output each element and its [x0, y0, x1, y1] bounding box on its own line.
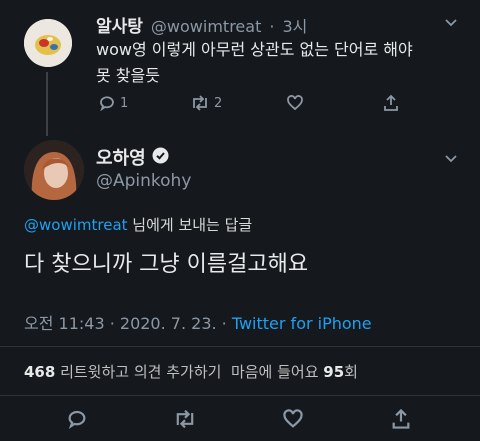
parent-avatar[interactable]: [24, 19, 72, 67]
parent-header: 알사탕 @wowimtreat · 3시: [96, 12, 307, 37]
main-tweet-text: 다 찾으니까 그냥 이름걸고해요: [24, 252, 309, 277]
parent-retweet-button[interactable]: 2: [190, 94, 222, 112]
main-display-name[interactable]: 오하영: [96, 144, 146, 170]
main-reply-button[interactable]: [66, 408, 88, 430]
parent-reply-count: 1: [120, 95, 129, 111]
share-icon: [384, 94, 398, 111]
main-handle[interactable]: @Apinkohy: [96, 171, 191, 191]
main-author[interactable]: 오하영: [96, 144, 169, 170]
main-share-button[interactable]: [390, 408, 412, 430]
tweet-stats[interactable]: 468 리트윗하고 의견 추가하기 마음에 들어요 95회: [24, 361, 358, 382]
replying-to-handle[interactable]: @wowimtreat: [24, 216, 128, 234]
retweet-quote-label: 리트윗하고 의견 추가하기 마음에 들어요: [55, 363, 324, 381]
like-icon: [287, 95, 303, 111]
tweet-meta: 오전 11:43 · 2020. 7. 23. · Twitter for iP…: [24, 310, 372, 334]
main-like-button[interactable]: [282, 408, 304, 430]
thread-line: [46, 72, 48, 136]
reply-icon: [100, 96, 114, 112]
retweet-icon: [176, 409, 194, 429]
parent-text-line2: 못 찾을듯: [96, 66, 160, 85]
retweet-icon: [193, 95, 207, 111]
main-retweet-button[interactable]: [173, 408, 197, 430]
like-icon: [283, 409, 303, 428]
main-chevron-down-icon[interactable]: [443, 150, 459, 170]
reply-icon: [68, 410, 86, 430]
replying-to-suffix: 님에게 보내는 답글: [127, 216, 253, 234]
parent-display-name[interactable]: 알사탕: [96, 12, 143, 37]
retweet-quote-count: 468: [24, 363, 56, 381]
divider-bottom: [0, 395, 480, 396]
parent-retweet-count: 2: [214, 95, 223, 111]
parent-like-button[interactable]: [286, 94, 304, 112]
tweet-source[interactable]: Twitter for iPhone: [232, 314, 372, 333]
parent-handle[interactable]: @wowimtreat: [151, 17, 261, 36]
parent-chevron-down-icon[interactable]: [443, 14, 459, 34]
tweet-time[interactable]: 오전 11:43 · 2020. 7. 23. ·: [24, 314, 232, 333]
share-icon: [392, 408, 410, 429]
parent-tweet-text: wow영 이렇게 아무런 상관도 없는 단어로 해야 못 찾을듯: [96, 37, 466, 89]
parent-reply-button[interactable]: 1: [98, 94, 128, 112]
verified-badge-icon: [152, 147, 169, 168]
replying-to: @wowimtreat 님에게 보내는 답글: [24, 214, 252, 235]
parent-separator: ·: [269, 17, 275, 36]
divider-top: [0, 346, 480, 347]
like-count: 95: [323, 363, 345, 381]
like-suffix: 회: [344, 363, 358, 381]
parent-share-button[interactable]: [382, 94, 400, 112]
parent-text-line1: wow영 이렇게 아무런 상관도 없는 단어로 해야: [96, 40, 413, 59]
main-avatar[interactable]: [24, 140, 84, 200]
parent-time[interactable]: 3시: [282, 13, 307, 37]
